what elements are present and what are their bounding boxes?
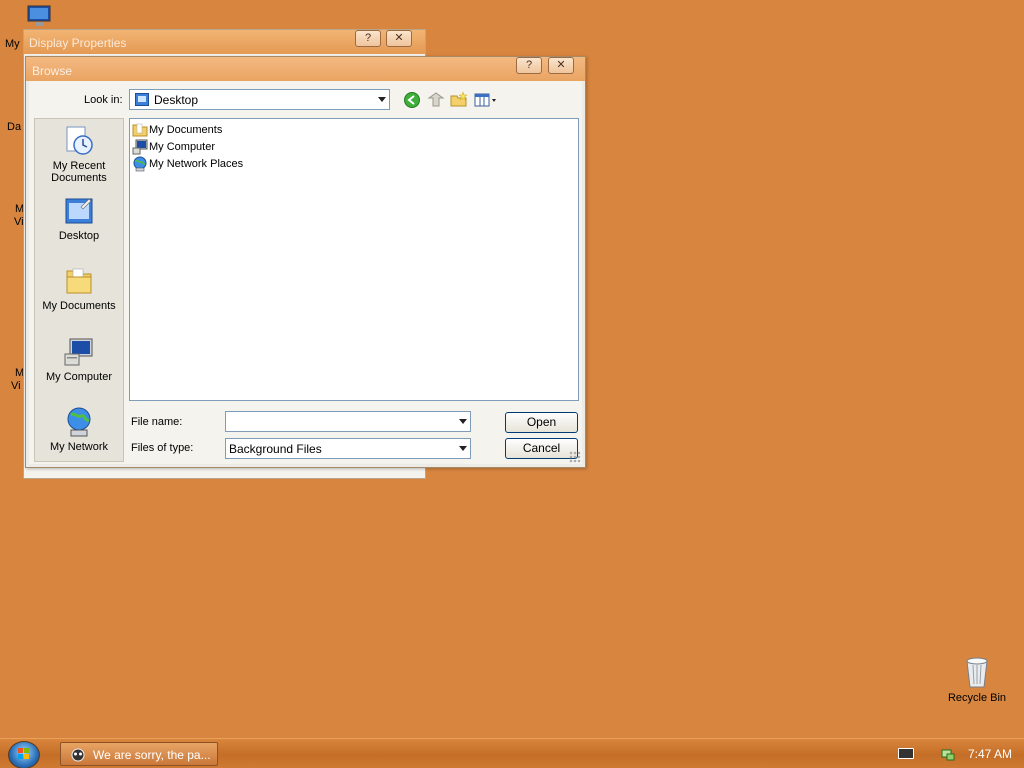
close-button[interactable]: ✕: [548, 57, 574, 74]
start-button[interactable]: [8, 741, 40, 768]
resize-grip[interactable]: [569, 451, 581, 463]
place-label: Desktop: [58, 230, 100, 242]
open-button[interactable]: Open: [505, 412, 578, 433]
desktop-icon-my-computer[interactable]: [24, 4, 54, 31]
place-label: My Computer: [45, 371, 113, 383]
dialog-title: Browse: [32, 64, 73, 78]
file-name-input[interactable]: [225, 411, 471, 432]
place-my-recent-documents[interactable]: My Recent Documents: [35, 125, 123, 184]
help-button[interactable]: ?: [516, 57, 542, 74]
desktop-icon: [65, 198, 93, 224]
chevron-down-icon[interactable]: [459, 419, 467, 424]
browse-dialog: Browse ? ✕ Look in: Desktop My Recent Do…: [25, 56, 586, 468]
browse-titlebar[interactable]: Browse ? ✕: [26, 57, 585, 81]
help-button[interactable]: ?: [355, 30, 381, 47]
place-label-line2: Documents: [51, 172, 107, 184]
views-menu-icon[interactable]: [474, 91, 498, 109]
monitor-icon: [27, 5, 51, 26]
close-button[interactable]: ✕: [386, 30, 412, 47]
recycle-bin-label: Recycle Bin: [947, 692, 1007, 704]
chevron-down-icon[interactable]: [459, 446, 467, 451]
place-my-network[interactable]: My Network: [35, 406, 123, 453]
place-desktop[interactable]: Desktop: [35, 195, 123, 242]
network-tray-icon[interactable]: [940, 746, 956, 762]
file-list[interactable]: My Documents My Computer My Network Plac…: [129, 118, 579, 401]
windows-logo-icon: [18, 748, 29, 759]
files-of-type-dropdown[interactable]: Background Files: [225, 438, 471, 459]
desktop-icon-label: Da: [7, 121, 22, 133]
place-my-computer[interactable]: My Computer: [35, 336, 123, 383]
cancel-button[interactable]: Cancel: [505, 438, 578, 459]
desktop-icon: [135, 93, 149, 106]
up-folder-icon[interactable]: [427, 91, 445, 109]
display-properties-titlebar[interactable]: Display Properties ? ✕: [24, 30, 425, 54]
new-folder-icon[interactable]: [450, 91, 468, 109]
desktop-icon-recycle-bin[interactable]: Recycle Bin: [942, 655, 1012, 704]
file-name: My Documents: [149, 124, 223, 136]
look-in-label: Look in:: [84, 94, 123, 106]
clock[interactable]: 7:47 AM: [968, 747, 1012, 761]
place-label-line1: My Recent: [52, 160, 106, 172]
places-bar: My Recent Documents Desktop My Documents: [34, 118, 124, 462]
look-in-value: Desktop: [154, 93, 199, 107]
place-label: My Network: [49, 441, 109, 453]
folder-icon: [66, 268, 92, 294]
computer-icon: [132, 139, 148, 155]
network-globe-icon: [67, 407, 91, 437]
file-name-label: File name:: [131, 416, 183, 428]
file-name: My Computer: [149, 141, 216, 153]
window-title: Display Properties: [29, 36, 127, 50]
folder-icon: [132, 123, 148, 137]
taskbar: We are sorry, the pa... 7:47 AM: [0, 738, 1024, 768]
place-label: My Documents: [42, 300, 116, 312]
place-my-documents[interactable]: My Documents: [35, 265, 123, 312]
browser-task-icon: [71, 748, 85, 762]
files-of-type-value: Background Files: [229, 442, 322, 456]
network-globe-icon: [133, 156, 147, 172]
taskbar-button-browser[interactable]: We are sorry, the pa...: [60, 742, 218, 766]
recycle-bin-icon: [966, 657, 988, 688]
file-name: My Network Places: [149, 158, 244, 170]
files-of-type-label: Files of type:: [131, 442, 194, 454]
dialog-body: Look in: Desktop My Recent Documents Des…: [29, 81, 582, 464]
look-in-dropdown[interactable]: Desktop: [129, 89, 390, 110]
desktop-icon-label: My: [5, 38, 20, 50]
desktop-icon-label: Vi: [11, 380, 21, 392]
computer-icon: [64, 338, 93, 366]
chevron-down-icon[interactable]: [378, 97, 386, 102]
recent-documents-icon: [66, 126, 93, 155]
taskbar-button-label: We are sorry, the pa...: [93, 748, 211, 762]
back-arrow-icon[interactable]: [403, 91, 421, 109]
keyboard-icon[interactable]: [898, 748, 914, 759]
